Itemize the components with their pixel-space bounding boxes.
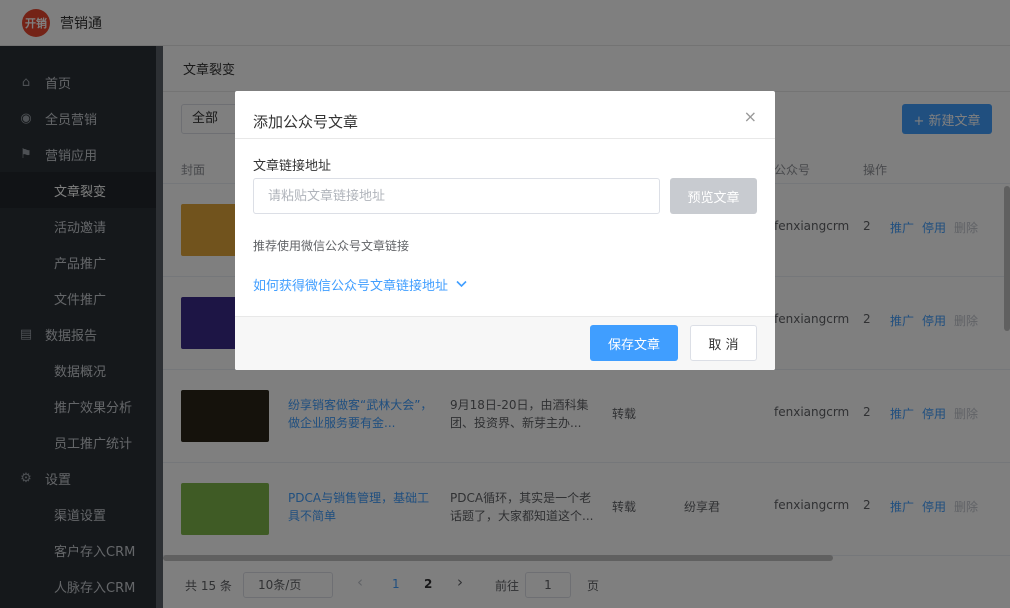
recommend-hint: 推荐使用微信公众号文章链接	[253, 239, 410, 253]
preview-article-button[interactable]: 预览文章	[670, 178, 757, 214]
how-to-get-link-label: 如何获得微信公众号文章链接地址	[253, 279, 449, 294]
dialog-footer: 保存文章 取 消	[235, 316, 775, 370]
close-icon[interactable]: ×	[744, 107, 757, 126]
cancel-button[interactable]: 取 消	[690, 325, 757, 361]
chevron-down-icon	[456, 278, 467, 291]
save-article-button[interactable]: 保存文章	[590, 325, 678, 361]
dialog-header: 添加公众号文章 ×	[235, 91, 775, 139]
article-url-label: 文章链接地址	[253, 159, 332, 174]
add-article-dialog: 添加公众号文章 × 文章链接地址 预览文章 推荐使用微信公众号文章链接 如何获得…	[235, 91, 775, 370]
dialog-title: 添加公众号文章	[253, 113, 359, 131]
article-url-input[interactable]	[253, 178, 660, 214]
how-to-get-link[interactable]: 如何获得微信公众号文章链接地址	[253, 275, 467, 294]
